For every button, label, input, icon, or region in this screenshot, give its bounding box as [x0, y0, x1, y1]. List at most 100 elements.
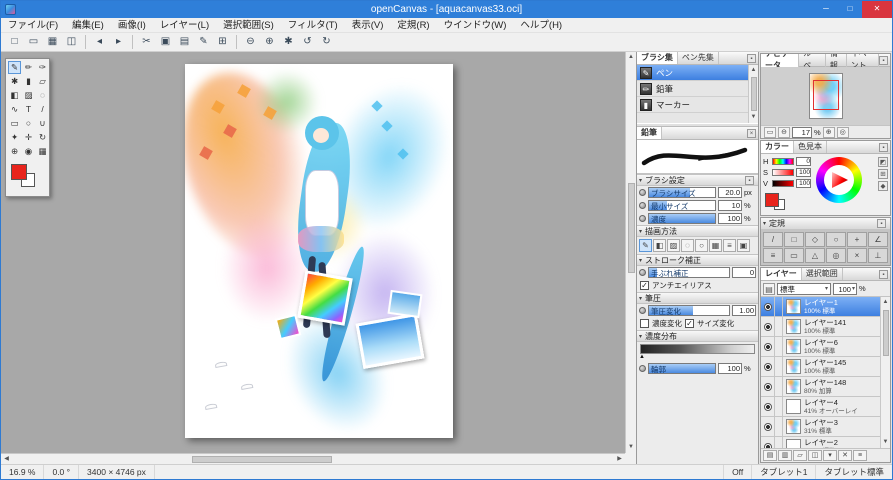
section-pressure[interactable]: ▾ 筆圧	[637, 292, 758, 304]
ruler-tool-button[interactable]: ◇	[805, 232, 825, 247]
density-value[interactable]: 100	[718, 213, 742, 224]
tool-rotate-view[interactable]: ↻	[36, 131, 49, 144]
save-as-button[interactable]: ◫	[62, 34, 81, 50]
delete-layer-button[interactable]: ✕	[838, 450, 852, 461]
tool-brush[interactable]: ✑	[36, 61, 49, 74]
maximize-button[interactable]: □	[838, 1, 862, 18]
layer-visibility-toggle[interactable]	[761, 317, 775, 337]
min-size-value[interactable]: 10	[718, 200, 742, 211]
scrollbar-thumb[interactable]	[751, 77, 757, 111]
tab-brush-set[interactable]: ブラシ集	[637, 52, 678, 64]
tool-gradient[interactable]: ▨	[22, 89, 35, 102]
layer-row[interactable]: レイヤー145100% 標準	[761, 357, 880, 377]
panel-menu-button[interactable]: ▪	[879, 270, 888, 279]
menu-ruler[interactable]: 定規(R)	[390, 18, 436, 33]
scroll-down-icon[interactable]: ▼	[748, 112, 758, 123]
brush-size-value[interactable]: 20.0	[718, 187, 742, 198]
outline-value[interactable]: 100	[718, 363, 742, 374]
ruler-tool-button[interactable]: ○	[826, 232, 846, 247]
navigator-view[interactable]	[761, 67, 890, 125]
menu-edit[interactable]: 編集(E)	[65, 18, 111, 33]
color-wheel[interactable]	[816, 157, 862, 203]
color-panel-button[interactable]: ◆	[878, 181, 888, 191]
menu-selection[interactable]: 選択範囲(S)	[216, 18, 281, 33]
section-menu-button[interactable]: ▪	[745, 176, 754, 185]
tab-pen-tip-set[interactable]: ペン先集	[678, 52, 719, 64]
menu-filter[interactable]: フィルタ(T)	[281, 18, 345, 33]
blend-mode-select[interactable]: 標準 ▾	[777, 283, 831, 295]
new-layer-button[interactable]: ▤	[763, 450, 777, 461]
tool-eyedropper[interactable]: ◉	[22, 145, 35, 158]
zoom-in-button[interactable]: ⊕	[260, 34, 279, 50]
brush-list-scrollbar[interactable]: ▲ ▼	[748, 65, 758, 123]
outline-slider[interactable]: 輪郭	[648, 363, 716, 374]
tool-text[interactable]: T	[22, 103, 35, 116]
menu-file[interactable]: ファイル(F)	[1, 18, 65, 33]
ruler-tool-button[interactable]: ▭	[784, 248, 804, 263]
section-draw-method[interactable]: ▾ 描画方法	[637, 225, 758, 237]
tool-pen[interactable]: ✎	[8, 61, 21, 74]
nav-forward-button[interactable]: ▸	[109, 34, 128, 50]
draw-method-button[interactable]: ≡	[723, 239, 736, 252]
tab-layers[interactable]: レイヤー	[761, 268, 802, 280]
draw-method-button[interactable]: ▦	[709, 239, 722, 252]
tool-line[interactable]: /	[36, 103, 49, 116]
tool-smudge[interactable]: ∿	[8, 103, 21, 116]
layer-row[interactable]: レイヤー441% オーバーレイ	[761, 397, 880, 417]
menu-window[interactable]: ウインドウ(W)	[437, 18, 514, 33]
brush-item[interactable]: ▮ マーカー	[637, 97, 748, 113]
undo-button[interactable]: ↺	[298, 34, 317, 50]
value-value[interactable]: 100	[796, 179, 811, 188]
menu-layer[interactable]: レイヤー(L)	[153, 18, 216, 33]
size-change-checkbox[interactable]: ✓	[685, 319, 694, 328]
ruler-tool-button[interactable]: ◎	[826, 248, 846, 263]
redo-button[interactable]: ↻	[317, 34, 336, 50]
current-color-swatch[interactable]	[765, 193, 779, 207]
stabilization-value[interactable]: 0	[732, 267, 756, 278]
duplicate-layer-button[interactable]: ▱	[793, 450, 807, 461]
layer-row[interactable]: レイヤー1100% 標準	[761, 297, 880, 317]
layer-visibility-toggle[interactable]	[761, 357, 775, 377]
tool-rect-select[interactable]: ▭	[8, 117, 21, 130]
tool-pattern[interactable]: ▦	[36, 145, 49, 158]
scroll-down-icon[interactable]: ▼	[626, 442, 637, 453]
tool-lasso[interactable]: ∪	[36, 117, 49, 130]
min-size-slider[interactable]: 最小サイズ	[648, 200, 716, 211]
layer-visibility-toggle[interactable]	[761, 337, 775, 357]
panel-menu-button[interactable]: ▪	[747, 54, 756, 63]
scroll-right-icon[interactable]: ▶	[614, 454, 625, 465]
density-slider[interactable]: 濃度	[648, 213, 716, 224]
draw-method-button[interactable]: ✎	[639, 239, 652, 252]
color-panel-button[interactable]: ⊞	[878, 169, 888, 179]
section-brush-settings[interactable]: ▾ ブラシ設定 ▪	[637, 174, 758, 186]
layer-folder-button[interactable]: ▥	[778, 450, 792, 461]
menu-image[interactable]: 画像(I)	[111, 18, 153, 33]
ruler-tool-button[interactable]: ×	[847, 248, 867, 263]
ruler-tool-button[interactable]: ≡	[763, 248, 783, 263]
panel-menu-button[interactable]: ▪	[877, 219, 886, 228]
antialias-checkbox[interactable]: ✓	[640, 281, 649, 290]
draw-method-button[interactable]: ○	[695, 239, 708, 252]
nav-back-button[interactable]: ◂	[90, 34, 109, 50]
layer-list-scrollbar[interactable]: ▲ ▼	[880, 297, 890, 448]
layer-opacity-input[interactable]: 100 ▾	[833, 283, 857, 295]
brush-item[interactable]: ✏ 鉛筆	[637, 81, 748, 97]
paste-button[interactable]: ▤	[175, 34, 194, 50]
tool-fill[interactable]: ◧	[8, 89, 21, 102]
scrollbar-thumb[interactable]	[192, 456, 332, 463]
scrollbar-thumb[interactable]	[628, 183, 635, 273]
layer-menu-button[interactable]: ≡	[853, 450, 867, 461]
layer-visibility-toggle[interactable]	[761, 437, 775, 449]
density-marker[interactable]: ▲	[637, 354, 758, 362]
menu-view[interactable]: 表示(V)	[345, 18, 391, 33]
menu-help[interactable]: ヘルプ(H)	[513, 18, 569, 33]
draw-method-button[interactable]: ◌	[681, 239, 694, 252]
nav-actual-size-button[interactable]: ◎	[837, 127, 849, 138]
panel-menu-button[interactable]: ▪	[879, 56, 888, 65]
scrollbar-thumb[interactable]	[883, 310, 889, 356]
saturation-value[interactable]: 100	[796, 168, 811, 177]
tool-blur[interactable]: ◌	[36, 89, 49, 102]
foreground-color-swatch[interactable]	[11, 164, 27, 180]
tool-magic-wand[interactable]: ✦	[8, 131, 21, 144]
value-slider[interactable]	[772, 180, 794, 187]
